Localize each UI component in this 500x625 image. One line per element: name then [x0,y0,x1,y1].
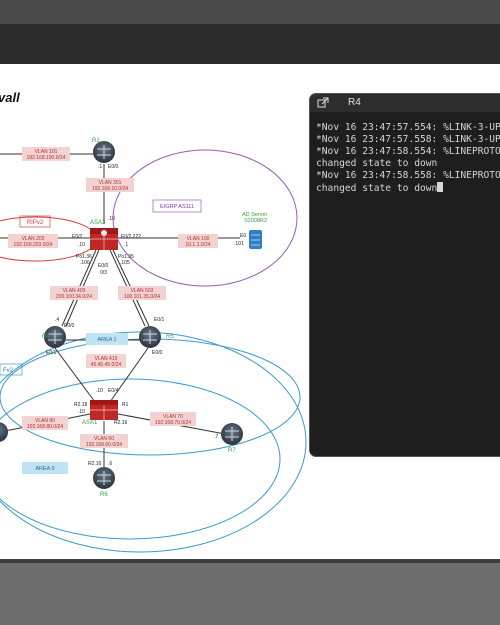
terminal-line: *Nov 16 23:47:57.558: %LINK-3-UPDO [316,134,500,145]
vlan503-subnet: 100.101.35.0/24 [124,294,160,300]
ad-e0: E0 [240,233,246,239]
top-bar [0,0,500,24]
router-partial-left [0,422,8,442]
r6-dot6: .6 [108,461,112,467]
popout-icon[interactable] [317,97,329,109]
asa1-r218: R2.18 [74,402,88,408]
vlan301-subnet: 192.168.10.0/24 [92,186,128,192]
r5-label: R5 [166,334,174,340]
terminal-output[interactable]: *Nov 16 23:47:57.554: %LINK-3-UPDO *Nov 1… [310,112,500,195]
asa3-dot10b: .10 [78,242,85,248]
area1-label: AREA 1 [97,337,116,343]
r6-label: R6 [100,492,108,498]
area1-zone [0,338,301,456]
asa1-r216: R2.16 [114,420,128,426]
asa3-dot1: .1 [124,242,128,248]
area0-outer [0,331,307,553]
r1-dot1: .1 [98,164,102,170]
ad-dot101: .101 [234,241,244,247]
r4-e01: E0/1 [46,350,57,356]
dot106: .106 [80,260,90,266]
ad-os-label: S2008R2 [244,218,267,224]
terminal-last-line: changed state to down [316,182,500,195]
router-r6[interactable] [93,467,115,489]
asa3-e02: E0/2 [72,234,83,240]
asa3-label: ASA3 [90,220,106,226]
r1-label: R1 [92,138,100,144]
vlan80-subnet: 192.168.80.0/24 [27,424,63,430]
firewall-asa3[interactable] [90,228,118,250]
text-cursor [437,182,444,192]
asa1-dot10c: .10 [78,409,85,415]
server-ad[interactable] [249,230,262,249]
r7-dot7: .7 [214,434,218,440]
area0-label: AREA 0 [35,466,54,472]
e0-02: 0/3 [100,270,107,276]
terminal-line: *Nov 16 23:47:57.554: %LINK-3-UPDO [316,122,500,133]
r4-label: R4 [42,334,50,340]
terminal-line: changed state to down [316,183,438,194]
terminal-line: *Nov 16 23:47:58.558: %LINEPROTO-5 [316,170,500,181]
r5-e01: E0/1 [154,317,165,323]
asa1-dot10: .10 [96,388,103,394]
r4-dot4: .4 [55,317,59,323]
router-r1[interactable] [93,141,115,163]
vlan203-subnet: 192.168.203.0/24 [14,242,53,248]
terminal-titlebar[interactable]: R4 [310,94,500,112]
terminal-line: changed state to down [316,158,438,169]
vlan403-subnet: 200.100.34.0/24 [56,294,92,300]
asa1-r1: R1 [122,402,129,408]
vlan100-subnet: 10.1.1.0/24 [185,242,210,248]
vlan60-subnet: 192.168.60.0/24 [86,442,122,448]
vlan415-subnet: 45.45.45.0/24 [91,362,122,368]
asa1-label: ASA1 [82,420,98,426]
toolbar-strip [0,24,500,64]
asa3-e022: E0/2.222 [121,234,141,240]
area0-inner [0,378,281,540]
vlan70-subnet: 192.168.70.0/24 [155,420,191,426]
eigrp-area [112,149,298,287]
r4-e00: E0/0 [64,323,75,329]
router-r7[interactable] [221,423,243,445]
asa1-e04: E0/4 [108,388,119,394]
asa3-dot10: .10 [108,216,115,222]
eigrp-label: EIGRP AS111 [160,204,194,210]
r1-e00: E0/0 [108,164,119,170]
r6-r216: R2.16 [88,461,102,467]
ripv2-label: RIPv2 [27,220,44,226]
terminal-window[interactable]: R4 *Nov 16 23:47:57.554: %LINK-3-UPDO *No… [310,94,500,456]
ripv2-label-b: Fv2 [3,368,14,374]
bottom-panel [0,563,500,625]
vlan101-subnet: 192.168.100.0/24 [27,155,66,161]
r5-e00: E0/0 [152,350,163,356]
dot105: .105 [120,260,130,266]
r7-label: R7 [228,448,236,454]
terminal-line: *Nov 16 23:47:58.554: %LINEPROTO-5 [316,146,500,157]
router-r5[interactable] [139,326,161,348]
e0-01: E0/0 [98,263,109,269]
terminal-title: R4 [348,97,361,108]
firewall-asa1[interactable] [90,400,118,420]
